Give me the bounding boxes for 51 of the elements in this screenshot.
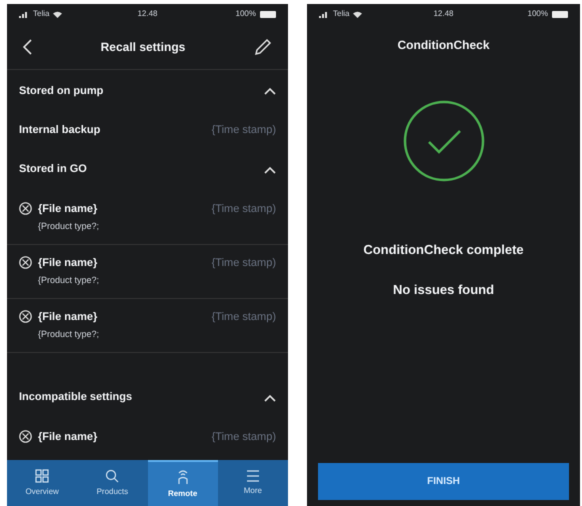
finish-button[interactable]: FINISH xyxy=(318,463,569,500)
wifi-icon xyxy=(53,10,62,18)
file-name[interactable]: {File name} xyxy=(38,254,212,271)
item-name[interactable]: Internal backup xyxy=(19,122,212,138)
grid-icon xyxy=(35,468,50,482)
back-icon[interactable] xyxy=(23,38,32,54)
product-type: {Product type?; xyxy=(38,328,100,341)
nav-tab[interactable]: Products xyxy=(77,460,148,506)
file-name[interactable]: {File name} xyxy=(38,428,212,445)
battery-percent: 100% xyxy=(236,8,256,20)
search-icon xyxy=(105,468,120,482)
clock-time: 12.48 xyxy=(433,8,454,20)
screen-title: Recall settings xyxy=(100,38,186,56)
nav-tab[interactable]: Overview xyxy=(7,460,78,506)
timestamp-label: {Time stamp) xyxy=(212,202,276,216)
file-name[interactable]: {File name} xyxy=(38,308,212,325)
timestamp-label: {Time stamp) xyxy=(212,123,276,138)
signal-icon xyxy=(19,10,29,18)
nav-tab[interactable]: More xyxy=(218,460,288,506)
chevron-up-icon[interactable] xyxy=(264,166,276,174)
battery-icon xyxy=(552,10,568,18)
section-heading: Stored on pump xyxy=(19,84,104,99)
remove-icon[interactable] xyxy=(19,202,32,214)
result-heading: ConditionCheck complete xyxy=(363,241,524,259)
result-message: No issues found xyxy=(392,280,494,298)
battery-icon xyxy=(260,10,276,18)
remove-icon[interactable] xyxy=(19,430,32,442)
chevron-up-icon[interactable] xyxy=(264,394,276,402)
timestamp-label: {Time stamp) xyxy=(212,430,276,444)
remote-icon xyxy=(176,468,190,484)
clock-time: 12.48 xyxy=(137,8,158,20)
remove-icon[interactable] xyxy=(19,256,32,268)
check-circle-icon xyxy=(402,100,484,182)
timestamp-label: {Time stamp) xyxy=(212,310,276,324)
chevron-up-icon[interactable] xyxy=(264,87,276,95)
file-name[interactable]: {File name} xyxy=(38,200,212,217)
nav-tab[interactable]: Remote xyxy=(148,460,218,506)
product-type: {Product type?; xyxy=(38,220,100,233)
remove-icon[interactable] xyxy=(19,310,32,322)
carrier-name: Telia xyxy=(33,8,50,20)
wifi-icon xyxy=(353,10,362,18)
battery-percent: 100% xyxy=(528,8,548,20)
menu-icon xyxy=(246,470,260,482)
product-type: {Product type?; xyxy=(38,274,100,287)
pencil-icon[interactable] xyxy=(254,38,272,56)
section-heading: Incompatible settings xyxy=(19,390,132,406)
timestamp-label: {Time stamp) xyxy=(212,256,276,270)
carrier-name: Telia xyxy=(333,8,350,20)
section-heading: Stored in GO xyxy=(19,162,87,178)
screen-title: ConditionCheck xyxy=(398,37,490,54)
signal-icon xyxy=(319,10,329,18)
